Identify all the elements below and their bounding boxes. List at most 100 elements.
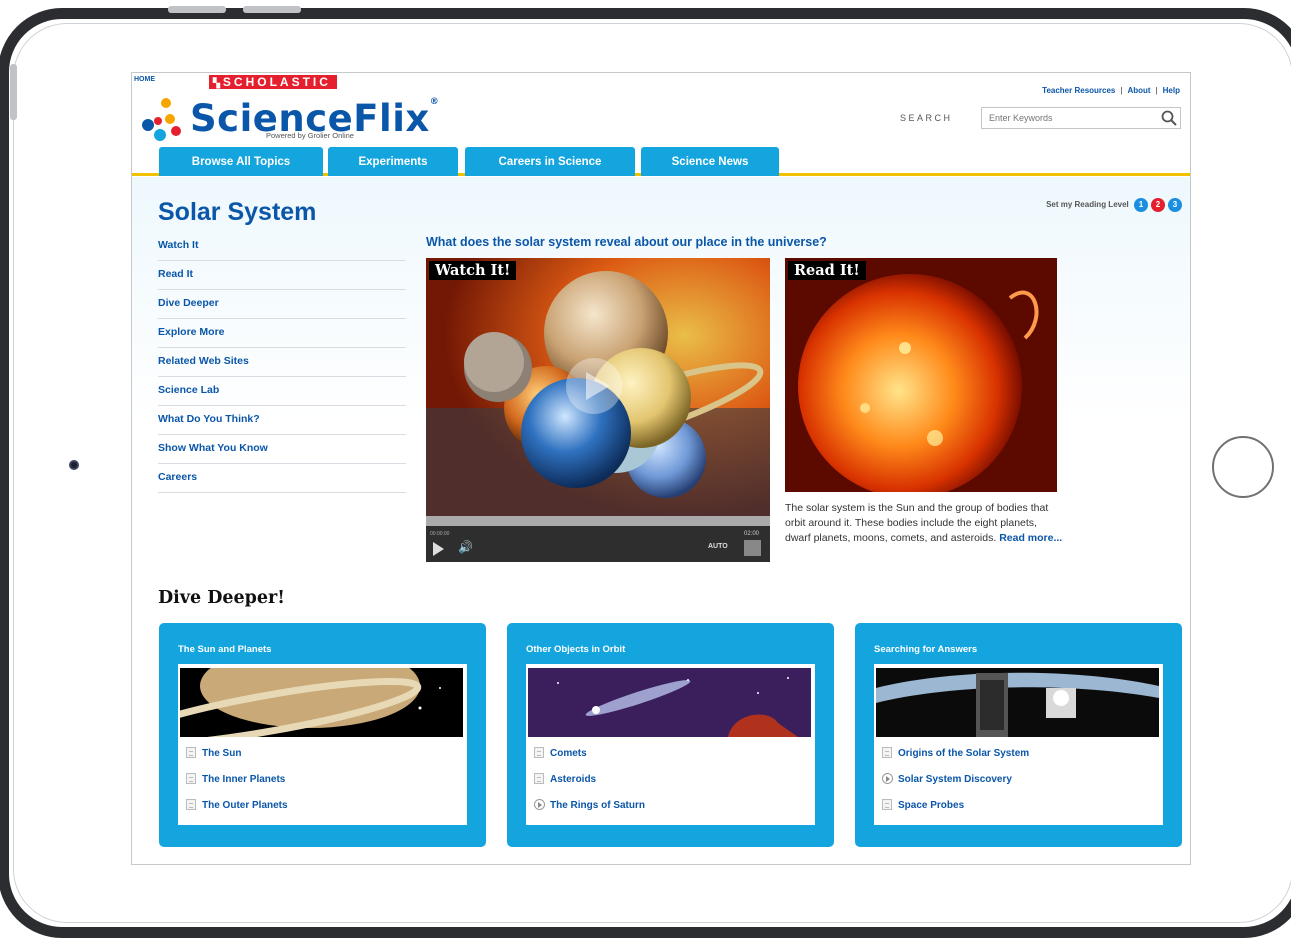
- document-icon: [882, 799, 892, 810]
- comet-image[interactable]: [528, 668, 811, 737]
- help-link[interactable]: Help: [1163, 86, 1180, 95]
- card-title: The Sun and Planets: [178, 644, 272, 655]
- card-body: The Sun The Inner Planets The Outer Plan…: [178, 664, 467, 825]
- sidebar-item-science-lab[interactable]: Science Lab: [158, 377, 406, 406]
- read-more-link[interactable]: Read more...: [999, 532, 1062, 544]
- logo-trademark: ®: [429, 97, 440, 107]
- tablet-volume-key-2: [243, 6, 301, 13]
- link-label: Comets: [550, 748, 587, 759]
- link-separator: |: [1155, 86, 1158, 95]
- card-other-objects-in-orbit: Other Objects in Orbit Comets Asteroids …: [507, 623, 834, 847]
- sun-image[interactable]: [785, 258, 1057, 492]
- sidebar-item-explore-more[interactable]: Explore More: [158, 319, 406, 348]
- molecule-logo-icon: [142, 98, 181, 141]
- video-progress-bar[interactable]: [426, 516, 770, 526]
- search-input[interactable]: [981, 107, 1181, 129]
- video-play-icon: [534, 799, 545, 810]
- reading-level-label: Set my Reading Level: [1046, 200, 1129, 210]
- fullscreen-button[interactable]: [744, 540, 761, 556]
- scienceflix-logo[interactable]: ScienceFlix® Powered by Grolier Online: [140, 93, 439, 143]
- dive-deeper-heading: Dive Deeper!: [158, 588, 285, 608]
- watch-it-badge: Watch It!: [429, 261, 517, 280]
- tab-experiments[interactable]: Experiments: [328, 147, 458, 176]
- search-label: SEARCH: [900, 113, 953, 123]
- link-label: The Sun: [202, 748, 242, 759]
- link-comets[interactable]: Comets: [534, 747, 587, 759]
- quality-auto-button[interactable]: AUTO: [708, 543, 728, 550]
- link-the-rings-of-saturn[interactable]: The Rings of Saturn: [534, 799, 645, 811]
- document-icon: [186, 799, 196, 810]
- tablet-power-key: [10, 64, 17, 120]
- utility-links: Teacher Resources | About | Help: [1042, 86, 1180, 95]
- link-space-probes[interactable]: Space Probes: [882, 799, 964, 811]
- play-overlay-icon[interactable]: [564, 356, 624, 416]
- scholastic-wordmark: SCHOLASTIC: [222, 75, 331, 89]
- read-it-badge: Read It!: [788, 261, 866, 280]
- read-it-summary: The solar system is the Sun and the grou…: [785, 501, 1065, 546]
- sidebar-item-careers[interactable]: Careers: [158, 464, 406, 493]
- reading-level-3-button[interactable]: 3: [1168, 198, 1182, 212]
- volume-icon[interactable]: 🔊: [458, 540, 473, 554]
- space-probe-image[interactable]: [876, 668, 1159, 737]
- teacher-resources-link[interactable]: Teacher Resources: [1042, 86, 1115, 95]
- card-searching-for-answers: Searching for Answers Origins of the Sol…: [855, 623, 1182, 847]
- link-the-inner-planets[interactable]: The Inner Planets: [186, 773, 285, 785]
- sidebar-item-watch-it[interactable]: Watch It: [158, 232, 406, 261]
- card-title: Other Objects in Orbit: [526, 644, 626, 655]
- sidebar-item-read-it[interactable]: Read It: [158, 261, 406, 290]
- link-the-sun[interactable]: The Sun: [186, 747, 241, 759]
- search-icon[interactable]: [1161, 110, 1177, 126]
- reading-level-1-button[interactable]: 1: [1134, 198, 1148, 212]
- link-solar-system-discovery[interactable]: Solar System Discovery: [882, 773, 1012, 785]
- play-button[interactable]: [433, 542, 444, 556]
- document-icon: [534, 773, 544, 784]
- link-origins-of-the-solar-system[interactable]: Origins of the Solar System: [882, 747, 1029, 759]
- link-label: Asteroids: [550, 774, 597, 785]
- scholastic-logo[interactable]: ▚ SCHOLASTIC: [209, 75, 337, 89]
- tablet-volume-key-1: [168, 6, 226, 13]
- link-asteroids[interactable]: Asteroids: [534, 773, 596, 785]
- topic-sidebar: Watch It Read It Dive Deeper Explore Mor…: [158, 232, 406, 493]
- video-duration: 02:00: [744, 531, 760, 537]
- sidebar-item-what-do-you-think[interactable]: What Do You Think?: [158, 406, 406, 435]
- video-player[interactable]: Watch It! 00:00:00 🔊 AUTO 02:00: [426, 258, 770, 562]
- link-label: Solar System Discovery: [898, 774, 1012, 785]
- sidebar-item-show-what-you-know[interactable]: Show What You Know: [158, 435, 406, 464]
- link-label: Space Probes: [898, 800, 965, 811]
- page-title: Solar System: [158, 198, 317, 226]
- card-body: Origins of the Solar System Solar System…: [874, 664, 1163, 825]
- link-label: Origins of the Solar System: [898, 748, 1030, 759]
- saturn-image[interactable]: [180, 668, 463, 737]
- reading-level-selector: Set my Reading Level 123: [1046, 198, 1182, 212]
- tab-browse-all-topics[interactable]: Browse All Topics: [159, 147, 323, 176]
- site-header: HOME ▚ SCHOLASTIC ScienceFlix® Powered by…: [132, 73, 1190, 176]
- card-title: Searching for Answers: [874, 644, 978, 655]
- video-controls: 00:00:00 🔊 AUTO 02:00: [426, 526, 770, 562]
- card-sun-and-planets: The Sun and Planets The Sun The Inner Pl…: [159, 623, 486, 847]
- sidebar-item-dive-deeper[interactable]: Dive Deeper: [158, 290, 406, 319]
- tab-science-news[interactable]: Science News: [641, 147, 779, 176]
- home-button[interactable]: [1212, 436, 1274, 498]
- powered-by-label: Powered by Grolier Online: [266, 131, 354, 140]
- browser-screen: HOME ▚ SCHOLASTIC ScienceFlix® Powered by…: [131, 72, 1191, 865]
- about-link[interactable]: About: [1127, 86, 1150, 95]
- document-icon: [186, 773, 196, 784]
- link-label: The Inner Planets: [202, 774, 286, 785]
- document-icon: [186, 747, 196, 758]
- link-label: The Rings of Saturn: [550, 800, 645, 811]
- video-timecode: 00:00:00: [430, 531, 450, 537]
- sidebar-item-related-web-sites[interactable]: Related Web Sites: [158, 348, 406, 377]
- card-body: Comets Asteroids The Rings of Saturn: [526, 664, 815, 825]
- document-icon: [882, 747, 892, 758]
- link-separator: |: [1120, 86, 1123, 95]
- book-icon: ▚: [213, 78, 220, 88]
- tab-careers-in-science[interactable]: Careers in Science: [465, 147, 635, 176]
- video-play-icon: [882, 773, 893, 784]
- reading-level-2-button[interactable]: 2: [1151, 198, 1165, 212]
- logo-flix: Flix: [353, 97, 430, 140]
- link-label: The Outer Planets: [202, 800, 288, 811]
- document-icon: [534, 747, 544, 758]
- home-link[interactable]: HOME: [134, 76, 155, 83]
- link-the-outer-planets[interactable]: The Outer Planets: [186, 799, 288, 811]
- essential-question: What does the solar system reveal about …: [426, 235, 827, 249]
